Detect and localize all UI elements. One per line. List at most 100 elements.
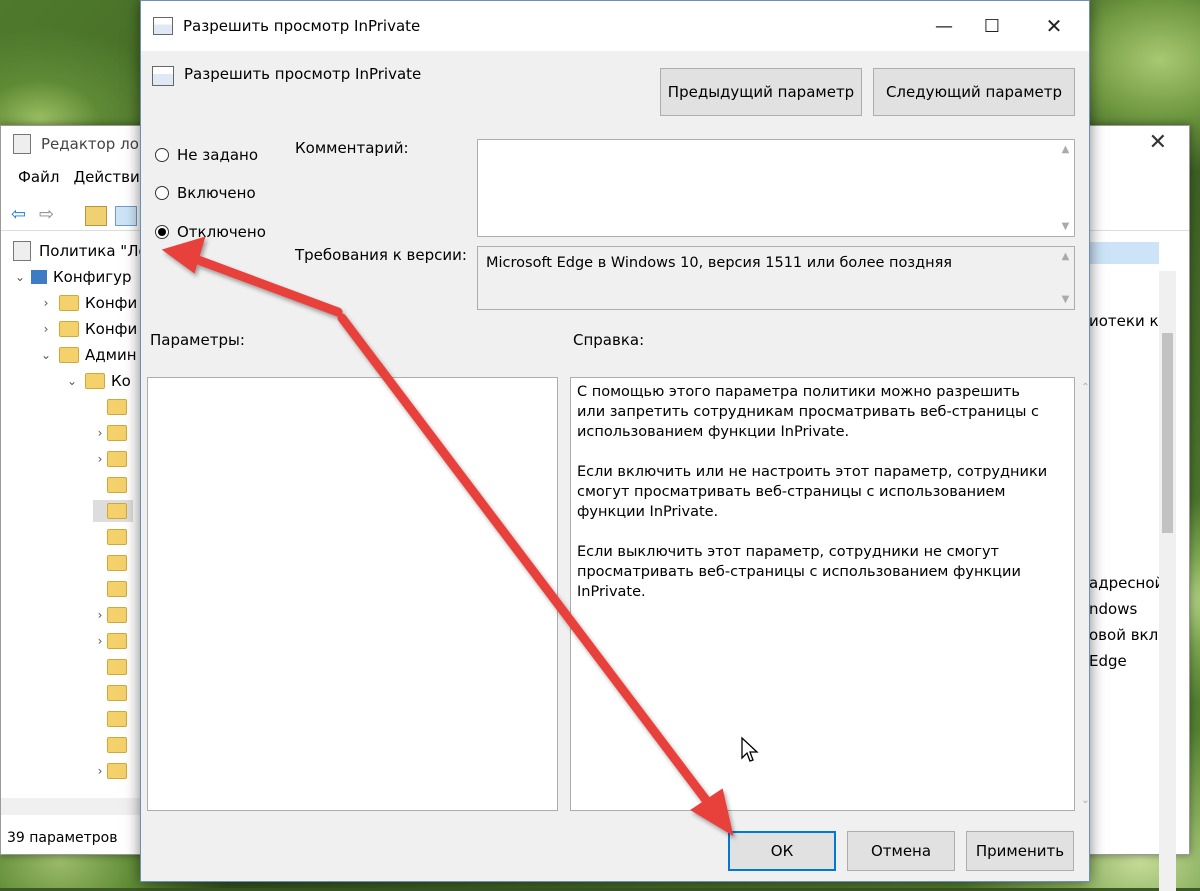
folder-icon <box>107 503 127 519</box>
editor-vertical-scrollbar[interactable] <box>1159 271 1176 891</box>
radio-enabled[interactable]: Включено <box>155 184 256 202</box>
list-item-text: иотеки к <box>1089 312 1159 330</box>
chevron-right-icon[interactable]: › <box>93 426 107 440</box>
folder-icon <box>107 659 127 675</box>
dialog-title: Разрешить просмотр InPrivate <box>183 17 421 35</box>
previous-setting-button[interactable]: Предыдущий параметр <box>660 68 862 116</box>
scroll-up-icon[interactable]: ⌃ <box>1077 382 1094 393</box>
scroll-up-icon[interactable]: ▲ <box>1057 251 1074 262</box>
selected-row[interactable] <box>1089 242 1159 264</box>
mouse-cursor-icon <box>741 736 759 762</box>
chevron-down-icon[interactable]: ⌄ <box>65 374 79 388</box>
list-item[interactable] <box>93 708 133 730</box>
radio-button-selected[interactable] <box>155 225 169 239</box>
help-paragraph: С помощью этого параметра политики можно… <box>577 384 1040 440</box>
folder-icon <box>107 581 127 597</box>
version-label: Требования к версии: <box>295 246 467 264</box>
list-item[interactable] <box>93 526 133 548</box>
tree-item-root[interactable]: Политика "Ло <box>13 240 148 262</box>
maximize-icon[interactable]: ☐ <box>963 1 1021 51</box>
radio-not-configured[interactable]: Не задано <box>155 146 258 164</box>
help-text: С помощью этого параметра политики можно… <box>577 382 1052 622</box>
list-item[interactable]: › <box>93 448 133 470</box>
back-arrow-icon[interactable]: ⇦ <box>11 206 31 224</box>
editor-title: Редактор ло <box>41 135 139 153</box>
list-item[interactable]: › <box>93 604 133 626</box>
tree-item-folder[interactable]: › Конфи <box>39 318 138 340</box>
list-item[interactable] <box>93 474 133 496</box>
version-value: Microsoft Edge в Windows 10, версия 1511… <box>486 255 953 271</box>
folder-icon <box>59 321 79 337</box>
version-requirements-field: Microsoft Edge в Windows 10, версия 1511… <box>477 246 1075 310</box>
folder-icon <box>59 295 79 311</box>
scroll-down-icon[interactable]: ▼ <box>1057 294 1074 305</box>
chevron-down-icon[interactable]: ⌄ <box>13 270 27 284</box>
folder-icon <box>107 711 127 727</box>
menu-action[interactable]: Действи <box>73 168 139 192</box>
folder-icon <box>107 477 127 493</box>
scroll-down-icon[interactable]: ▼ <box>1057 221 1074 232</box>
folder-icon <box>107 737 127 753</box>
editor-app-icon <box>13 134 31 154</box>
apply-button[interactable]: Применить <box>966 831 1074 871</box>
show-hide-tree-icon[interactable] <box>115 206 137 226</box>
tree-item-components[interactable]: ⌄ Ко <box>65 370 131 392</box>
up-folder-icon[interactable] <box>85 206 107 226</box>
close-icon[interactable]: ✕ <box>1025 1 1083 51</box>
editor-close-icon[interactable]: ✕ <box>1149 130 1167 155</box>
chevron-right-icon[interactable]: › <box>93 764 107 778</box>
list-item[interactable] <box>93 552 133 574</box>
scroll-down-icon[interactable]: ⌄ <box>1077 795 1094 806</box>
folder-icon <box>107 425 127 441</box>
chevron-right-icon[interactable]: › <box>39 296 53 310</box>
list-item[interactable] <box>93 578 133 600</box>
cancel-button[interactable]: Отмена <box>847 831 955 871</box>
chevron-right-icon[interactable]: › <box>39 322 53 336</box>
list-item[interactable]: › <box>93 422 133 444</box>
radio-disabled[interactable]: Отключено <box>155 223 266 241</box>
version-scrollbar[interactable]: ▲ ▼ <box>1057 247 1074 309</box>
list-item[interactable]: › <box>93 630 133 652</box>
list-item-selected[interactable] <box>93 500 133 522</box>
radio-button[interactable] <box>155 148 169 162</box>
options-label: Параметры: <box>150 331 245 349</box>
tree-item-admin-templates[interactable]: ⌄ Админ <box>39 344 137 366</box>
help-panel: С помощью этого параметра политики можно… <box>570 377 1090 811</box>
editor-horizontal-scrollbar[interactable] <box>1 798 141 815</box>
help-scrollbar[interactable]: ⌃ ⌄ <box>1077 378 1094 810</box>
comment-textarea[interactable]: ▲ ▼ <box>477 139 1075 237</box>
menu-file[interactable]: Файл <box>18 168 59 192</box>
folder-icon <box>107 529 127 545</box>
list-item[interactable] <box>93 656 133 678</box>
list-item[interactable]: › <box>93 760 133 782</box>
list-item-text: Edge <box>1089 652 1127 670</box>
list-item[interactable] <box>93 682 133 704</box>
folder-icon <box>107 685 127 701</box>
comment-label: Комментарий: <box>295 139 409 157</box>
folder-icon <box>107 633 127 649</box>
computer-icon <box>31 270 47 284</box>
chevron-right-icon[interactable]: › <box>93 608 107 622</box>
chevron-right-icon[interactable]: › <box>93 452 107 466</box>
tree-item-computer-config[interactable]: ⌄ Конфигур <box>13 266 132 288</box>
list-item[interactable] <box>93 396 133 418</box>
folder-icon <box>107 451 127 467</box>
forward-arrow-icon[interactable]: ⇨ <box>39 206 59 224</box>
comment-scrollbar[interactable]: ▲ ▼ <box>1057 140 1074 236</box>
scroll-thumb[interactable] <box>1162 333 1173 533</box>
scroll-up-icon[interactable]: ▲ <box>1057 144 1074 155</box>
list-item[interactable] <box>93 734 133 756</box>
radio-button[interactable] <box>155 186 169 200</box>
chevron-right-icon[interactable]: › <box>93 634 107 648</box>
ok-button[interactable]: ОК <box>728 831 836 871</box>
folder-icon <box>85 373 105 389</box>
tree-item-folder[interactable]: › Конфи <box>39 292 138 314</box>
policy-setting-dialog: Разрешить просмотр InPrivate — ☐ ✕ Разре… <box>140 0 1090 882</box>
list-item-text: ndows <box>1089 600 1138 618</box>
next-setting-button[interactable]: Следующий параметр <box>873 68 1075 116</box>
chevron-down-icon[interactable]: ⌄ <box>39 348 53 362</box>
policy-icon <box>13 241 31 261</box>
policy-tree: Политика "Ло ⌄ Конфигур › Конфи › Конфи … <box>1 236 148 796</box>
folder-icon <box>107 399 127 415</box>
folder-icon <box>107 555 127 571</box>
